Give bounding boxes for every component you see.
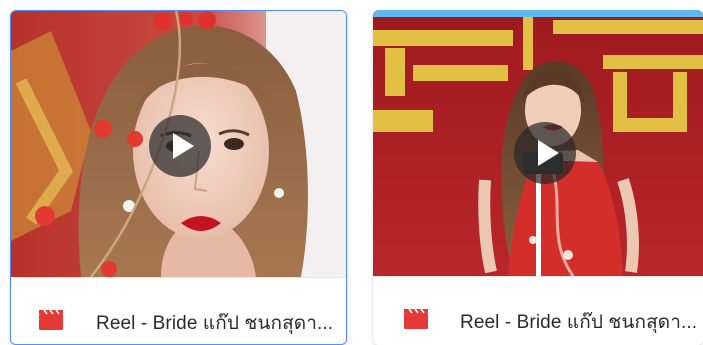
card-footer: Reel - Bride แก๊ป ชนกสุดา...: [373, 276, 703, 345]
reel-card[interactable]: Reel - Bride แก๊ป ชนกสุดา...: [10, 10, 347, 345]
reel-title[interactable]: Reel - Bride แก๊ป ชนกสุดา...: [96, 308, 333, 338]
video-thumbnail[interactable]: [11, 11, 346, 277]
video-thumbnail[interactable]: [373, 10, 703, 276]
play-button[interactable]: [149, 115, 211, 177]
reel-card[interactable]: Reel - Bride แก๊ป ชนกสุดา...: [373, 10, 703, 345]
reel-title[interactable]: Reel - Bride แก๊ป ชนกสุดา...: [460, 307, 697, 337]
play-icon: [173, 133, 194, 159]
play-button[interactable]: [514, 122, 576, 184]
play-icon: [538, 140, 559, 166]
card-footer: Reel - Bride แก๊ป ชนกสุดา...: [11, 277, 346, 344]
clapperboard-icon: [404, 309, 428, 329]
clapperboard-icon: [39, 310, 63, 330]
reels-grid: Reel - Bride แก๊ป ชนกสุดา... Reel - Brid…: [0, 0, 703, 345]
